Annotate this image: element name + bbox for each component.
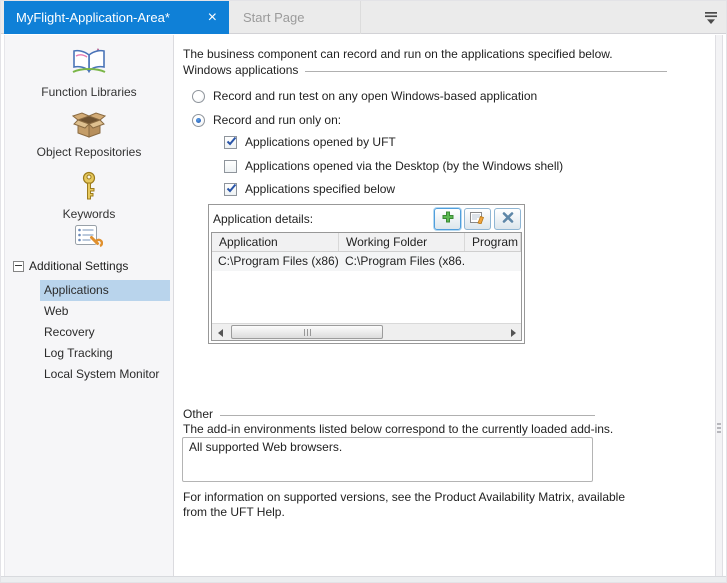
add-application-button[interactable] xyxy=(434,208,461,230)
tab-label: MyFlight-Application-Area* xyxy=(16,10,170,25)
checkbox-label: Applications opened via the Desktop (by … xyxy=(245,159,563,173)
checkbox-label: Applications opened by UFT xyxy=(245,135,396,149)
checkbox-checked-icon[interactable] xyxy=(224,183,237,196)
sidebar-item-web[interactable]: Web xyxy=(40,301,170,322)
sidebar-item-label: Function Libraries xyxy=(41,85,136,99)
scrollbar-thumb[interactable] xyxy=(231,325,383,339)
tab-label: Start Page xyxy=(243,10,304,25)
grid-header-row: Application Working Folder Program Arg xyxy=(212,233,521,252)
environments-value-box: All supported Web browsers. xyxy=(182,437,593,482)
note-line-1: For information on supported versions, s… xyxy=(183,490,625,505)
additional-settings-icon-block xyxy=(5,225,173,252)
keywords-icon xyxy=(81,171,97,204)
tab-list-dropdown-icon[interactable] xyxy=(704,11,718,25)
group-title: Other xyxy=(183,407,213,421)
radio-icon[interactable] xyxy=(192,90,205,103)
checkbox-checked-icon[interactable] xyxy=(224,136,237,149)
applications-grid: Application Working Folder Program Arg C… xyxy=(211,232,522,341)
delete-x-icon xyxy=(502,212,514,226)
group-rule xyxy=(305,71,667,72)
checkbox-apps-specified-below[interactable]: Applications specified below xyxy=(224,182,395,196)
sidebar-item-applications[interactable]: Applications xyxy=(40,280,170,301)
addin-environments-text: The add-in environments listed below cor… xyxy=(183,422,613,436)
windows-applications-group-header: Windows applications xyxy=(183,63,667,77)
column-header-program-args[interactable]: Program Arg xyxy=(465,233,521,251)
checkbox-label: Applications specified below xyxy=(245,182,395,196)
tab-myflight-application-area[interactable]: MyFlight-Application-Area* × xyxy=(4,1,229,34)
applications-settings-pane: The business component can record and ru… xyxy=(175,35,715,578)
sidebar-item-log-tracking[interactable]: Log Tracking xyxy=(40,343,170,364)
radio-label: Record and run test on any open Windows-… xyxy=(213,89,537,103)
application-details-header: Application details: xyxy=(209,205,524,232)
plus-icon xyxy=(442,211,454,226)
splitter-grip-icon[interactable] xyxy=(717,423,721,433)
sidebar-item-function-libraries[interactable]: Function Libraries xyxy=(5,47,173,99)
tree-node-label: Additional Settings xyxy=(29,259,128,273)
settings-sidebar: Function Libraries Object Repositories xyxy=(4,35,174,578)
radio-record-run-only-on[interactable]: Record and run only on: xyxy=(192,113,341,127)
sidebar-item-label: Keywords xyxy=(63,207,116,221)
delete-application-button[interactable] xyxy=(494,208,521,230)
supported-versions-note: For information on supported versions, s… xyxy=(183,490,625,520)
checkbox-unchecked-icon[interactable] xyxy=(224,160,237,173)
group-rule xyxy=(220,415,595,416)
horizontal-scrollbar[interactable] xyxy=(212,323,521,340)
sidebar-item-label: Object Repositories xyxy=(37,145,142,159)
window-bottom-edge xyxy=(1,576,727,582)
cell-working-folder: C:\Program Files (x86... xyxy=(339,252,465,271)
other-group-header: Other xyxy=(183,407,595,421)
note-line-2: from the UFT Help. xyxy=(183,505,625,520)
object-repositories-icon xyxy=(72,111,106,142)
column-header-application[interactable]: Application xyxy=(212,233,339,251)
cell-program-args xyxy=(465,252,521,271)
radio-icon-selected[interactable] xyxy=(192,114,205,127)
pane-splitter[interactable] xyxy=(715,35,723,578)
radio-label: Record and run only on: xyxy=(213,113,341,127)
intro-text: The business component can record and ru… xyxy=(183,47,613,61)
edit-application-button[interactable] xyxy=(464,208,491,230)
additional-settings-icon xyxy=(75,225,103,252)
additional-settings-children: Applications Web Recovery Log Tracking L… xyxy=(5,280,173,385)
sidebar-item-recovery[interactable]: Recovery xyxy=(40,322,170,343)
checkbox-apps-opened-via-desktop[interactable]: Applications opened via the Desktop (by … xyxy=(224,159,563,173)
group-title: Windows applications xyxy=(183,63,298,77)
checkbox-apps-opened-by-uft[interactable]: Applications opened by UFT xyxy=(224,135,396,149)
cell-application: C:\Program Files (x86)... xyxy=(212,252,339,271)
uft-settings-window: MyFlight-Application-Area* × Start Page xyxy=(0,0,727,583)
application-details-panel: Application details: xyxy=(208,204,525,344)
sidebar-item-local-system-monitor[interactable]: Local System Monitor xyxy=(40,364,170,385)
function-libraries-icon xyxy=(71,47,107,82)
sidebar-tree-additional-settings[interactable]: Additional Settings xyxy=(5,256,173,276)
environments-value: All supported Web browsers. xyxy=(189,440,342,454)
tab-start-page[interactable]: Start Page xyxy=(229,1,361,34)
scroll-left-arrow-icon[interactable] xyxy=(212,325,228,340)
document-tab-bar: MyFlight-Application-Area* × Start Page xyxy=(1,1,727,34)
sidebar-item-keywords[interactable]: Keywords xyxy=(5,171,173,221)
tab-close-icon[interactable]: × xyxy=(208,10,217,26)
scroll-right-arrow-icon[interactable] xyxy=(505,325,521,340)
edit-details-icon xyxy=(470,211,485,227)
application-details-label: Application details: xyxy=(213,212,431,226)
table-row[interactable]: C:\Program Files (x86)... C:\Program Fil… xyxy=(212,252,521,271)
radio-any-open-windows-app[interactable]: Record and run test on any open Windows-… xyxy=(192,89,537,103)
collapse-expander-icon[interactable] xyxy=(13,261,24,272)
sidebar-item-object-repositories[interactable]: Object Repositories xyxy=(5,111,173,159)
column-header-working-folder[interactable]: Working Folder xyxy=(339,233,465,251)
